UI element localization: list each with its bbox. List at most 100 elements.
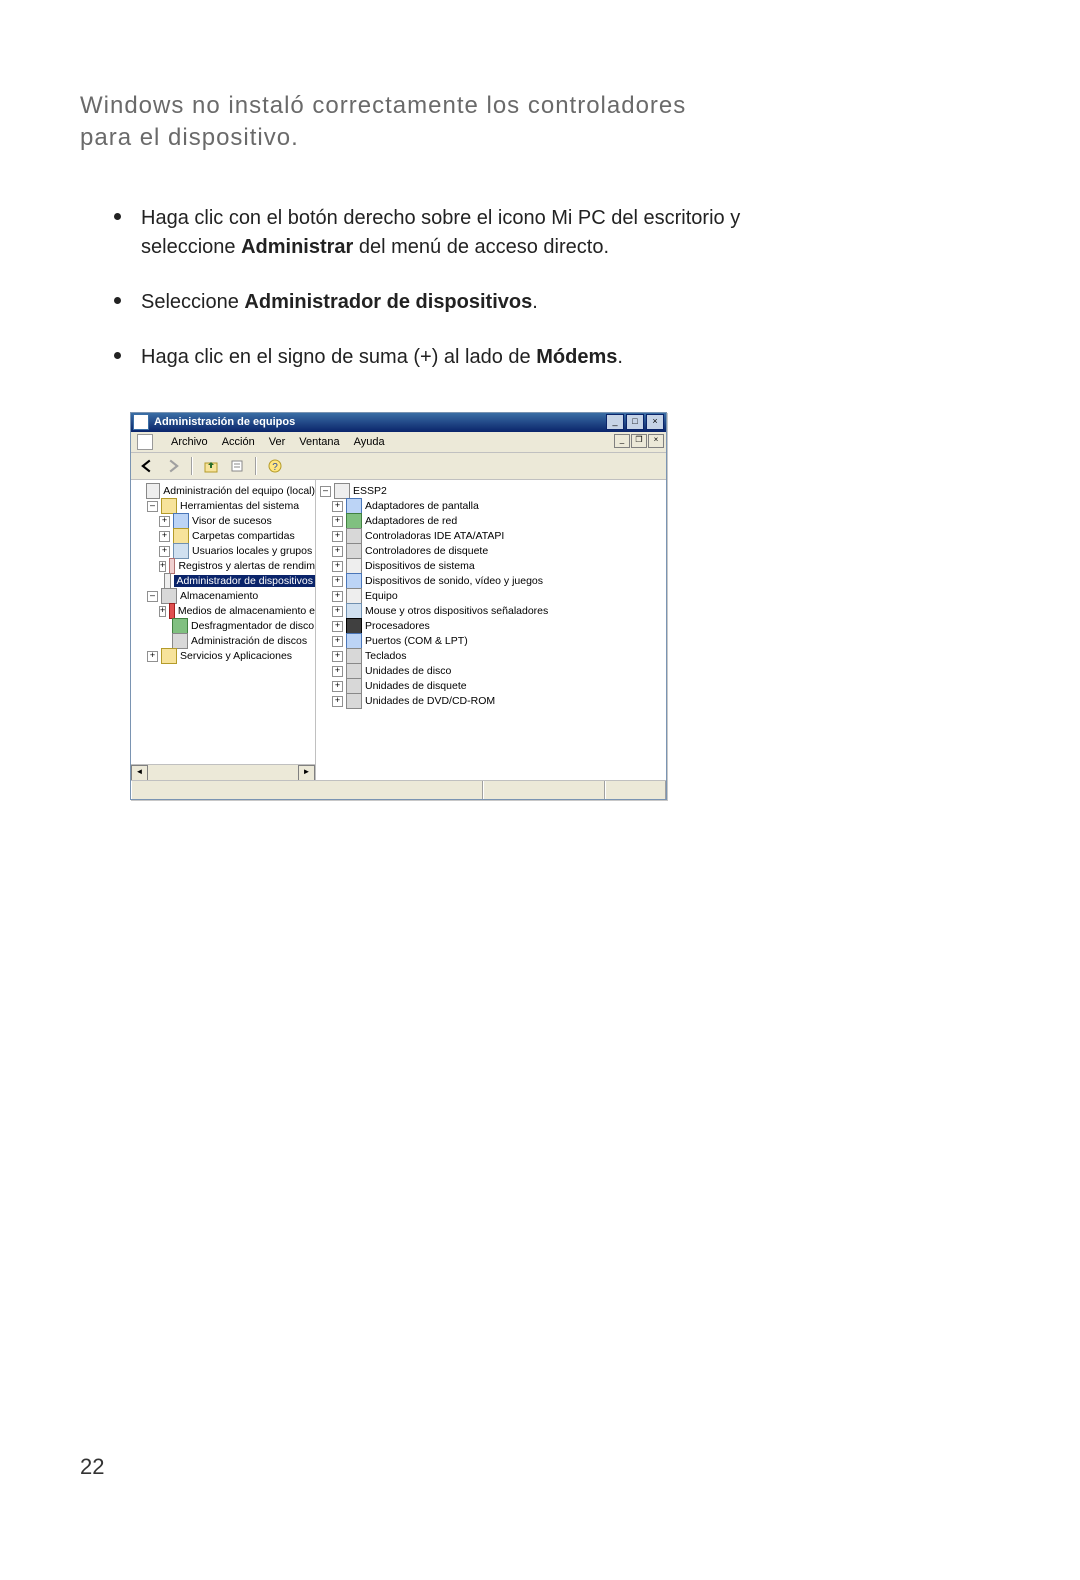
bullet-3: Haga clic en el signo de suma (+) al lad… [135, 339, 765, 372]
device-label: Mouse y otros dispositivos señaladores [365, 605, 548, 617]
tree-item[interactable]: +Medios de almacenamiento e [159, 604, 315, 619]
device-category[interactable]: + Puertos (COM & LPT) [332, 634, 666, 649]
section-heading: Windows no instaló correctamente los con… [80, 90, 720, 155]
tree-item[interactable]: +Registros y alertas de rendim [159, 559, 315, 574]
tree-node-label: Servicios y Aplicaciones [180, 650, 292, 662]
tree-item[interactable]: Administrador de dispositivos [159, 574, 315, 589]
menu-archivo[interactable]: Archivo [171, 436, 208, 448]
expander-icon[interactable]: – [147, 591, 158, 602]
menu-ventana[interactable]: Ventana [299, 436, 339, 448]
mdi-restore[interactable]: ❐ [631, 434, 647, 448]
device-icon [346, 663, 362, 679]
device-category[interactable]: + Controladoras IDE ATA/ATAPI [332, 529, 666, 544]
tree-node-label: Herramientas del sistema [180, 500, 299, 512]
tree-item[interactable]: – Herramientas del sistema [147, 499, 315, 514]
device-root[interactable]: – ESSP2 [320, 484, 666, 499]
menu-ver[interactable]: Ver [269, 436, 286, 448]
expander-icon[interactable]: + [332, 546, 343, 557]
svg-text:?: ? [272, 462, 278, 473]
app-icon [133, 414, 149, 430]
mdi-minimize[interactable]: _ [614, 434, 630, 448]
tree-item[interactable]: Administración de discos [159, 634, 315, 649]
bullet-2-pre: Seleccione [141, 291, 244, 313]
device-label: Adaptadores de pantalla [365, 500, 479, 512]
device-category[interactable]: + Controladores de disquete [332, 544, 666, 559]
tree-node-icon [161, 588, 177, 604]
expander-icon[interactable]: + [332, 516, 343, 527]
bullet-1: Haga clic con el botón derecho sobre el … [135, 200, 765, 262]
tree-node-icon [161, 498, 177, 514]
device-category[interactable]: +Procesadores [332, 619, 666, 634]
expander-icon[interactable]: + [159, 606, 166, 617]
scroll-left-icon[interactable]: ◄ [131, 765, 148, 780]
device-icon [346, 513, 362, 529]
expander-icon[interactable]: + [147, 651, 158, 662]
properties-button[interactable] [227, 456, 247, 476]
device-category[interactable]: +Dispositivos de sistema [332, 559, 666, 574]
device-category[interactable]: + Dispositivos de sonido, vídeo y juegos [332, 574, 666, 589]
device-label: Controladores de disquete [365, 545, 488, 557]
expander-icon[interactable]: + [332, 651, 343, 662]
tree-item[interactable]: Administración del equipo (local) [135, 484, 315, 499]
expander-icon[interactable]: + [332, 636, 343, 647]
left-scrollbar[interactable]: ◄ ► [131, 764, 315, 780]
tree-item[interactable]: +Usuarios locales y grupos [159, 544, 315, 559]
device-root-label: ESSP2 [353, 485, 387, 497]
expander-icon[interactable]: + [159, 516, 170, 527]
tree-node-icon [172, 633, 188, 649]
bullet-1-post: del menú de acceso directo. [353, 236, 609, 258]
expander-icon[interactable]: + [332, 606, 343, 617]
tree-node-icon [169, 603, 175, 619]
tree-node-icon [172, 618, 188, 634]
expander-icon[interactable]: + [332, 501, 343, 512]
forward-button[interactable] [163, 456, 183, 476]
tree-item[interactable]: +Carpetas compartidas [159, 529, 315, 544]
back-button[interactable] [137, 456, 157, 476]
device-category[interactable]: +Adaptadores de red [332, 514, 666, 529]
up-folder-button[interactable] [201, 456, 221, 476]
expander-icon[interactable]: + [332, 576, 343, 587]
scroll-right-icon[interactable]: ► [298, 765, 315, 780]
left-tree-pane[interactable]: Administración del equipo (local) – Herram… [131, 480, 316, 780]
help-button[interactable]: ? [265, 456, 285, 476]
minimize-button[interactable]: _ [606, 414, 624, 430]
expander-icon[interactable]: – [320, 486, 331, 497]
expander-icon[interactable]: + [332, 666, 343, 677]
expander-icon[interactable]: + [332, 531, 343, 542]
device-category[interactable]: + Mouse y otros dispositivos señaladores [332, 604, 666, 619]
device-label: Unidades de disquete [365, 680, 467, 692]
title-bar[interactable]: Administración de equipos _ □ × [131, 413, 666, 432]
bullet-1-bold: Administrar [241, 236, 353, 258]
tree-item[interactable]: + Servicios y Aplicaciones [147, 649, 315, 664]
expander-icon[interactable]: + [159, 546, 170, 557]
device-label: Controladoras IDE ATA/ATAPI [365, 530, 504, 542]
device-label: Puertos (COM & LPT) [365, 635, 468, 647]
expander-icon[interactable]: + [332, 561, 343, 572]
expander-icon[interactable]: + [159, 561, 166, 572]
expander-icon[interactable]: + [332, 621, 343, 632]
device-label: Dispositivos de sonido, vídeo y juegos [365, 575, 543, 587]
bullet-2: Seleccione Administrador de dispositivos… [135, 284, 765, 317]
expander-icon[interactable]: + [159, 531, 170, 542]
menu-ayuda[interactable]: Ayuda [354, 436, 385, 448]
mdi-close[interactable]: × [648, 434, 664, 448]
tree-item[interactable]: +Visor de sucesos [159, 514, 315, 529]
device-category[interactable]: +Teclados [332, 649, 666, 664]
device-category[interactable]: + Unidades de disquete [332, 679, 666, 694]
tree-item[interactable]: Desfragmentador de disco [159, 619, 315, 634]
expander-icon[interactable]: – [147, 501, 158, 512]
menu-accion[interactable]: Acción [222, 436, 255, 448]
device-category[interactable]: +Equipo [332, 589, 666, 604]
device-category[interactable]: + Adaptadores de pantalla [332, 499, 666, 514]
expander-icon[interactable]: + [332, 696, 343, 707]
close-button[interactable]: × [646, 414, 664, 430]
maximize-button[interactable]: □ [626, 414, 644, 430]
device-icon [346, 588, 362, 604]
device-category[interactable]: +Unidades de disco [332, 664, 666, 679]
device-category[interactable]: +Unidades de DVD/CD-ROM [332, 694, 666, 709]
expander-icon[interactable]: + [332, 591, 343, 602]
right-tree-pane[interactable]: – ESSP2 + Adaptadores de pantalla +Adaptador… [316, 480, 666, 780]
device-icon [346, 618, 362, 634]
expander-icon[interactable]: + [332, 681, 343, 692]
tree-item[interactable]: –Almacenamiento [147, 589, 315, 604]
